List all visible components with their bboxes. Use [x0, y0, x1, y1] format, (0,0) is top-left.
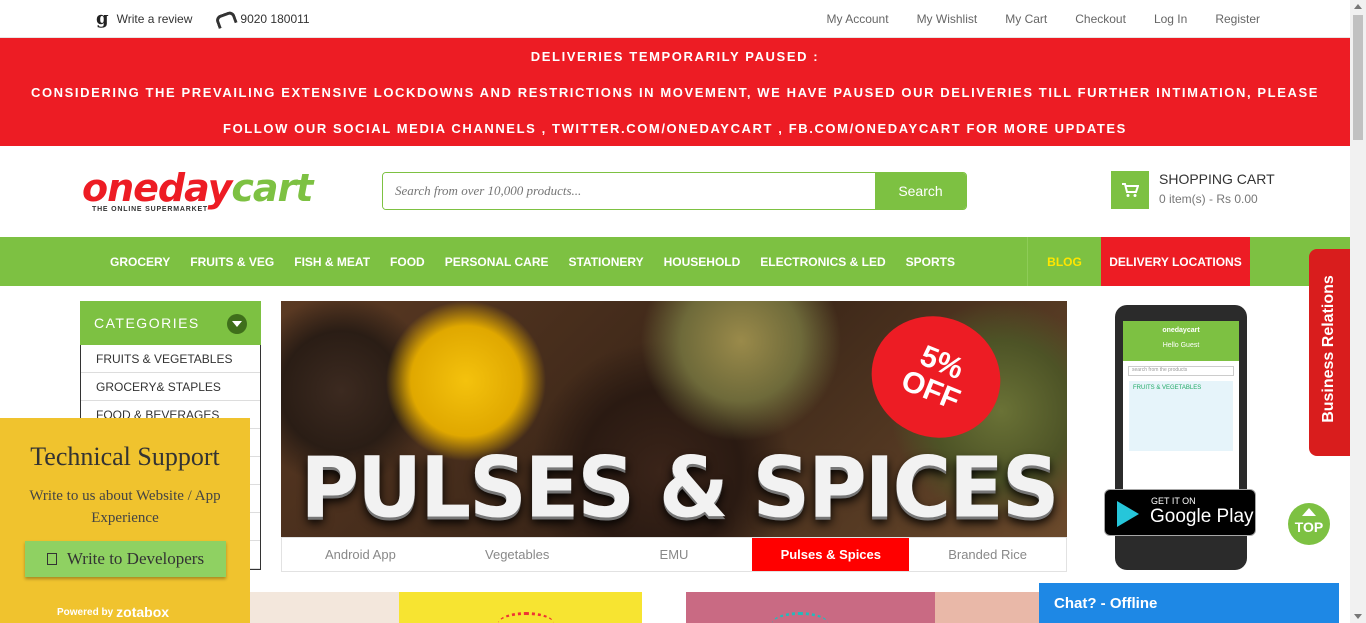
- tech-support-title: Technical Support: [30, 442, 220, 471]
- search-bar: Search: [382, 172, 967, 210]
- nav-item-stationery[interactable]: STATIONERY: [559, 255, 654, 269]
- scroll-top-button[interactable]: TOP: [1288, 503, 1330, 545]
- nav-items: GROCERY FRUITS & VEG FISH & MEAT FOOD PE…: [100, 237, 965, 286]
- nav-item-personal-care[interactable]: PERSONAL CARE: [435, 255, 559, 269]
- promo-tile[interactable]: [686, 592, 1042, 623]
- tab-pulses-spices[interactable]: Pulses & Spices: [752, 538, 910, 571]
- phone-app-header: onedaycart Hello Guest: [1123, 321, 1239, 361]
- main-nav: GROCERY FRUITS & VEG FISH & MEAT FOOD PE…: [0, 237, 1350, 286]
- tab-vegetables[interactable]: Vegetables: [439, 538, 596, 571]
- phone-contact: 9020 180011: [214, 12, 309, 26]
- business-relations-label: Business Relations: [1320, 275, 1337, 423]
- top-bar-left: g Write a review 9020 180011: [96, 0, 310, 38]
- nav-item-household[interactable]: HOUSEHOLD: [654, 255, 751, 269]
- phone-promo: FRUITS & VEGETABLES: [1129, 381, 1233, 451]
- promo-tile[interactable]: [250, 592, 642, 623]
- account-links: My Account My Wishlist My Cart Checkout …: [827, 0, 1260, 38]
- my-wishlist-link[interactable]: My Wishlist: [917, 12, 978, 26]
- play-store-icon: [1117, 501, 1139, 527]
- banner-tabs: Android App Vegetables EMU Pulses & Spic…: [281, 537, 1067, 572]
- notice-line-1: DELIVERIES TEMPORARILY PAUSED :: [530, 49, 820, 64]
- tab-emu[interactable]: EMU: [596, 538, 753, 571]
- category-item[interactable]: GROCERY& STAPLES: [81, 373, 260, 401]
- powered-by[interactable]: Powered by zotabox: [57, 604, 169, 620]
- site-logo[interactable]: onedaycart THE ONLINE SUPERMARKET: [82, 168, 327, 216]
- register-link[interactable]: Register: [1215, 12, 1260, 26]
- tab-branded-rice[interactable]: Branded Rice: [909, 538, 1066, 571]
- write-review-label: Write a review: [116, 12, 193, 26]
- chevron-down-icon: [227, 314, 247, 334]
- my-account-link[interactable]: My Account: [827, 12, 889, 26]
- write-to-developers-label: Write to Developers: [66, 549, 205, 568]
- write-to-developers-button[interactable]: Write to Developers: [25, 541, 226, 577]
- scroll-up-icon[interactable]: [1354, 4, 1362, 9]
- tab-android-app[interactable]: Android App: [282, 538, 439, 571]
- discount-badge: 5% OFF: [853, 301, 1019, 457]
- nav-item-fruits-veg[interactable]: FRUITS & VEG: [180, 255, 284, 269]
- hero-banner[interactable]: 5% OFF PULSES & SPICES: [281, 301, 1067, 537]
- banner-title: PULSES & SPICES: [300, 438, 1060, 537]
- cart-icon[interactable]: [1111, 171, 1149, 209]
- nav-item-electronics[interactable]: ELECTRONICS & LED: [750, 255, 895, 269]
- my-cart-link[interactable]: My Cart: [1005, 12, 1047, 26]
- phone-number: 9020 180011: [240, 12, 310, 26]
- nav-item-sports[interactable]: SPORTS: [896, 255, 965, 269]
- shopping-cart-title[interactable]: SHOPPING CART: [1159, 171, 1275, 187]
- scrollbar[interactable]: [1350, 0, 1366, 623]
- notice-line-3: FOLLOW OUR SOCIAL MEDIA CHANNELS , TWITT…: [223, 121, 1127, 136]
- search-button[interactable]: Search: [875, 173, 966, 209]
- categories-header[interactable]: CATEGORIES: [80, 301, 261, 345]
- chat-widget[interactable]: Chat? - Offline: [1039, 583, 1339, 623]
- google-icon: g: [96, 8, 109, 29]
- logo-wordmark: onedaycart: [82, 166, 313, 210]
- phone-search: search from the products: [1128, 366, 1234, 376]
- logo-tagline: THE ONLINE SUPERMARKET: [92, 206, 208, 213]
- technical-support-widget: Technical Support Write to us about Webs…: [0, 418, 250, 623]
- write-review-link[interactable]: g Write a review: [96, 10, 192, 28]
- phone-screen: onedaycart Hello Guest search from the pr…: [1123, 321, 1239, 491]
- categories-title: CATEGORIES: [94, 315, 200, 331]
- google-play-label: Google Play: [1150, 506, 1254, 527]
- google-play-button[interactable]: GET IT ON Google Play: [1104, 489, 1256, 536]
- nav-item-fish-meat[interactable]: FISH & MEAT: [284, 255, 380, 269]
- login-link[interactable]: Log In: [1154, 12, 1187, 26]
- google-play-small: GET IT ON: [1151, 496, 1196, 506]
- business-relations-tab[interactable]: Business Relations: [1309, 249, 1350, 456]
- scroll-down-icon[interactable]: [1354, 614, 1362, 619]
- checkout-link[interactable]: Checkout: [1075, 12, 1126, 26]
- nav-item-delivery-locations[interactable]: DELIVERY LOCATIONS: [1101, 237, 1250, 286]
- scrollbar-thumb[interactable]: [1353, 15, 1363, 140]
- document-icon: [46, 553, 57, 565]
- cart-summary: 0 item(s) - Rs 0.00: [1159, 192, 1258, 206]
- delivery-notice: DELIVERIES TEMPORARILY PAUSED : CONSIDER…: [0, 38, 1350, 146]
- notice-line-2: CONSIDERING THE PREVAILING EXTENSIVE LOC…: [30, 85, 1320, 100]
- zotabox-logo: zotabox: [116, 604, 170, 620]
- nav-item-grocery[interactable]: GROCERY: [100, 255, 180, 269]
- phone-icon: [214, 12, 232, 26]
- tech-support-desc: Write to us about Website / App Experien…: [29, 488, 221, 526]
- category-item[interactable]: FRUITS & VEGETABLES: [81, 345, 260, 373]
- nav-item-blog[interactable]: BLOG: [1027, 237, 1101, 286]
- search-input[interactable]: [383, 173, 875, 209]
- top-bar: g Write a review 9020 180011 My Account …: [0, 0, 1350, 38]
- nav-item-food[interactable]: FOOD: [380, 255, 435, 269]
